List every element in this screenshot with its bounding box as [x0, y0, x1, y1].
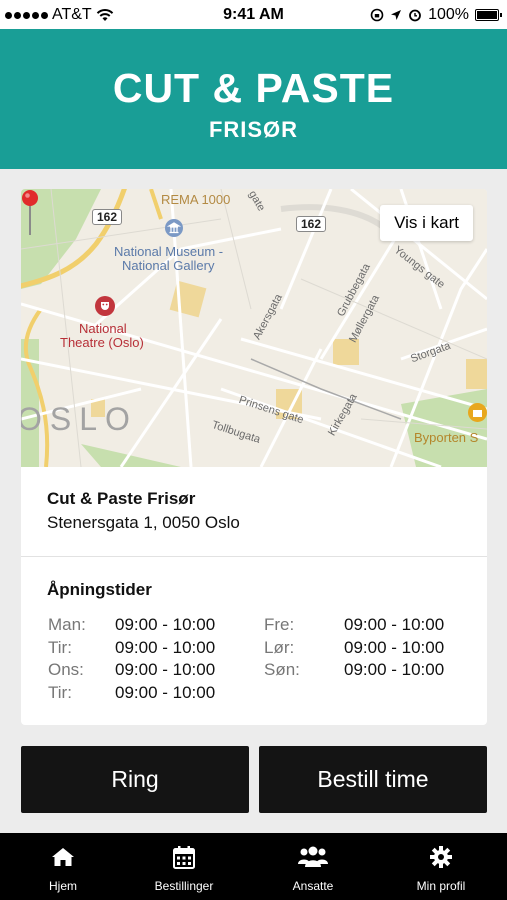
hours-column-left: Man: 09:00 - 10:00 Tir: 09:00 - 10:00 Ons:… — [48, 615, 215, 705]
battery-percent: 100% — [428, 6, 469, 23]
time-range: 09:00 - 10:00 — [344, 615, 445, 634]
time-range: 09:00 - 10:00 — [344, 660, 445, 679]
shopping-icon — [468, 403, 487, 422]
brand-subtitle: FRISØR — [208, 117, 299, 142]
calendar-icon — [173, 846, 195, 869]
map-label-byporten: Byporten S — [414, 430, 479, 445]
hours-row: Søn: 09:00 - 10:00 — [264, 660, 444, 683]
time-range: 09:00 - 10:00 — [115, 660, 216, 679]
rotation-lock-icon — [370, 8, 384, 22]
tab-label: Hjem — [48, 879, 77, 893]
tab-label: Ansatte — [292, 879, 334, 893]
day-label: Tir: — [48, 637, 72, 657]
hours-row: Tir: 09:00 - 10:00 — [48, 638, 215, 661]
tab-label: Bestillinger — [154, 879, 214, 893]
day-label: Fre: — [264, 615, 295, 634]
hours-row: Ons: 09:00 - 10:00 — [48, 660, 215, 683]
map-label-city: OSLO — [21, 401, 138, 437]
map-label-museum: National Gallery — [122, 258, 215, 273]
battery-icon — [475, 9, 502, 21]
app-header: CUT & PASTE FRISØR — [0, 29, 507, 169]
day-label: Man: — [48, 615, 86, 634]
tab-bar: Hjem Bestillinger Ansatte Min profil — [0, 833, 507, 900]
home-icon — [52, 848, 74, 866]
address-block: Cut & Paste Frisør Stenersgata 1, 0050 O… — [47, 489, 240, 533]
salon-card: 162 162 REMA 1000 gate National Museum -… — [21, 189, 487, 725]
day-label: Tir: — [48, 682, 72, 702]
brand-title: CUT & PASTE — [112, 65, 395, 111]
hours-column-right: Fre: 09:00 - 10:00 Lør: 09:00 - 10:00 Søn:… — [264, 615, 444, 683]
map-label-theatre: National — [79, 321, 127, 336]
road-shield: 162 — [296, 216, 327, 232]
people-icon — [298, 846, 328, 867]
tab-label: Min profil — [416, 879, 466, 893]
gear-icon — [430, 846, 452, 868]
location-map[interactable]: 162 162 REMA 1000 gate National Museum -… — [21, 189, 487, 467]
tab-home[interactable]: Hjem — [0, 833, 126, 900]
time-range: 09:00 - 10:00 — [115, 615, 216, 634]
map-label-theatre: Theatre (Oslo) — [60, 335, 144, 350]
hours-row: Lør: 09:00 - 10:00 — [264, 638, 444, 661]
time-range: 09:00 - 10:00 — [344, 637, 445, 657]
divider — [21, 556, 487, 557]
map-label-rema: REMA 1000 — [161, 192, 231, 207]
museum-icon — [165, 219, 183, 237]
location-pin-icon — [22, 190, 38, 235]
status-right: 100% — [370, 6, 502, 24]
salon-address: Stenersgata 1, 0050 Oslo — [47, 513, 240, 532]
hours-row: Tir: 09:00 - 10:00 — [48, 683, 215, 706]
hours-row: Fre: 09:00 - 10:00 — [264, 615, 444, 638]
day-label: Lør: — [264, 637, 295, 657]
map-label-museum: National Museum - — [114, 244, 224, 259]
alarm-icon — [409, 9, 421, 22]
call-button[interactable]: Ring — [21, 746, 249, 813]
road-shield: 162 — [92, 209, 123, 225]
show-in-map-button[interactable]: Vis i kart — [380, 205, 473, 241]
salon-name: Cut & Paste Frisør — [47, 489, 196, 508]
opening-hours-title: Åpningstider — [47, 580, 152, 599]
status-bar: AT&T 9:41 AM 100% — [0, 0, 507, 29]
theatre-icon — [95, 296, 115, 316]
time-range: 09:00 - 10:00 — [115, 682, 216, 702]
tab-profile[interactable]: Min profil — [378, 833, 504, 900]
day-label: Søn: — [264, 660, 300, 679]
time-range: 09:00 - 10:00 — [115, 637, 216, 657]
day-label: Ons: — [48, 660, 84, 679]
book-appointment-button[interactable]: Bestill time — [259, 746, 487, 813]
tab-bookings[interactable]: Bestillinger — [121, 833, 247, 900]
hours-row: Man: 09:00 - 10:00 — [48, 615, 215, 638]
location-arrow-icon — [391, 10, 402, 20]
tab-employees[interactable]: Ansatte — [250, 833, 376, 900]
